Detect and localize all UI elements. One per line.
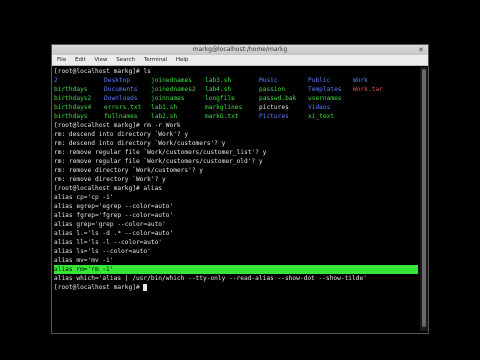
ls-entry: lab4.sh <box>205 86 232 93</box>
ls-entry: birthdays <box>54 113 88 120</box>
ls-entry: Work.tar <box>353 86 383 93</box>
ls-entry: Music <box>259 77 278 84</box>
window-title: markg@localhost:/home/markg <box>192 46 288 53</box>
ls-entry: birthdays4 <box>54 104 92 111</box>
menu-help[interactable]: Help <box>176 57 189 63</box>
scrollbar-thumb[interactable] <box>422 69 426 327</box>
ls-prompt-line: [root@localhost markg]# ls <box>54 68 151 75</box>
ls-entry: longfile <box>205 95 235 102</box>
ls-entry: passwd.bak <box>259 95 297 102</box>
ls-entry: lab1.sh <box>151 104 178 111</box>
terminal-line: alias l.='ls -d .* --color=auto' <box>54 230 174 237</box>
terminal-line: alias cp='cp -i' <box>54 194 114 201</box>
terminal-line: alias ls='ls --color=auto' <box>54 248 151 255</box>
terminal-line: rm: remove directory `Work/customers'? y <box>54 167 204 174</box>
terminal-output[interactable]: [root@localhost markg]# ls 2 Desktop joine… <box>54 67 418 331</box>
ls-entry: 2 <box>54 77 58 84</box>
terminal-line: alias fgrep='fgrep --color=auto' <box>54 212 174 219</box>
menu-file[interactable]: File <box>57 57 66 63</box>
ls-entry: birthdays <box>54 86 88 93</box>
cursor-icon <box>143 283 148 291</box>
ls-entry: Downloads <box>104 95 138 102</box>
menu-view[interactable]: View <box>94 57 107 63</box>
window-titlebar[interactable]: markg@localhost:/home/markg ✕ <box>52 45 428 55</box>
ls-entry: Pictures <box>259 113 289 120</box>
ls-entry: joinednames2 <box>151 86 196 93</box>
terminal-line: alias which='alias | /usr/bin/which --tt… <box>54 275 367 282</box>
ls-entry: Templates <box>308 86 342 93</box>
ls-entry: Public <box>308 77 331 84</box>
terminal-line: rm: remove regular file `Work/customers/… <box>54 149 267 156</box>
ls-entry: birthdays2 <box>54 95 92 102</box>
ls-entry: markglines <box>205 104 243 111</box>
menu-terminal[interactable]: Terminal <box>144 57 167 63</box>
ls-output-row: birthdays Documents joinednames2 lab4.sh pas… <box>54 85 418 94</box>
ls-entry: fullnames <box>104 113 138 120</box>
terminal-line: rm: remove regular file `Work/customers/… <box>54 158 263 165</box>
menu-edit[interactable]: Edit <box>75 57 86 63</box>
ls-entry: passion <box>259 86 286 93</box>
ls-entry: errors.txt <box>104 104 142 111</box>
ls-output-row: birthdays4 errors.txt lab1.sh markglines pic… <box>54 103 418 112</box>
terminal-line: [root@localhost markg]# <box>54 283 418 292</box>
vertical-scrollbar[interactable] <box>420 67 428 331</box>
ls-output-row: birthdays fullnames lab2.sh markG.txt Pictur… <box>54 112 418 121</box>
ls-entry: markG.txt <box>205 113 239 120</box>
ls-entry: lab2.sh <box>151 113 178 120</box>
ls-entry: lab3.sh <box>205 77 232 84</box>
terminal-line: alias grep='grep --color=auto' <box>54 221 166 228</box>
terminal-window: markg@localhost:/home/markg ✕ File Edit … <box>51 44 429 334</box>
ls-output-row: birthdays2 Downloads joinnames longfile pass… <box>54 94 418 103</box>
highlighted-terminal-line: alias rm='rm -i' <box>54 265 418 274</box>
terminal-line: rm: descend into directory `Work/custome… <box>54 140 226 147</box>
ls-entry: Desktop <box>104 77 131 84</box>
menu-search[interactable]: Search <box>116 57 135 63</box>
ls-entry: usernames <box>308 95 342 102</box>
terminal-line: alias ll='ls -l --color=auto' <box>54 239 163 246</box>
ls-entry: Videos <box>308 104 331 111</box>
menu-bar: File Edit View Search Terminal Help <box>52 55 428 66</box>
ls-entry: pictures <box>259 104 289 111</box>
ls-entry: xi_text <box>308 113 335 120</box>
ls-entry: joinnames <box>151 95 185 102</box>
ls-output-row: 2 Desktop joinednames lab3.sh Music Public Wor… <box>54 76 418 85</box>
terminal-line: [root@localhost markg]# rm -r Work <box>54 122 181 129</box>
close-icon[interactable]: ✕ <box>417 46 425 54</box>
terminal-line: rm: remove directory `Work'? y <box>54 176 166 183</box>
terminal-line: alias egrep='egrep --color=auto' <box>54 203 174 210</box>
terminal-line: [root@localhost markg]# alias <box>54 185 163 192</box>
ls-entry: Documents <box>104 86 138 93</box>
ls-entry: joinednames <box>151 77 192 84</box>
terminal-line: alias mv='mv -i' <box>54 257 114 264</box>
ls-entry: Work <box>353 77 368 84</box>
terminal-line: rm: descend into directory `Work'? y <box>54 131 189 138</box>
